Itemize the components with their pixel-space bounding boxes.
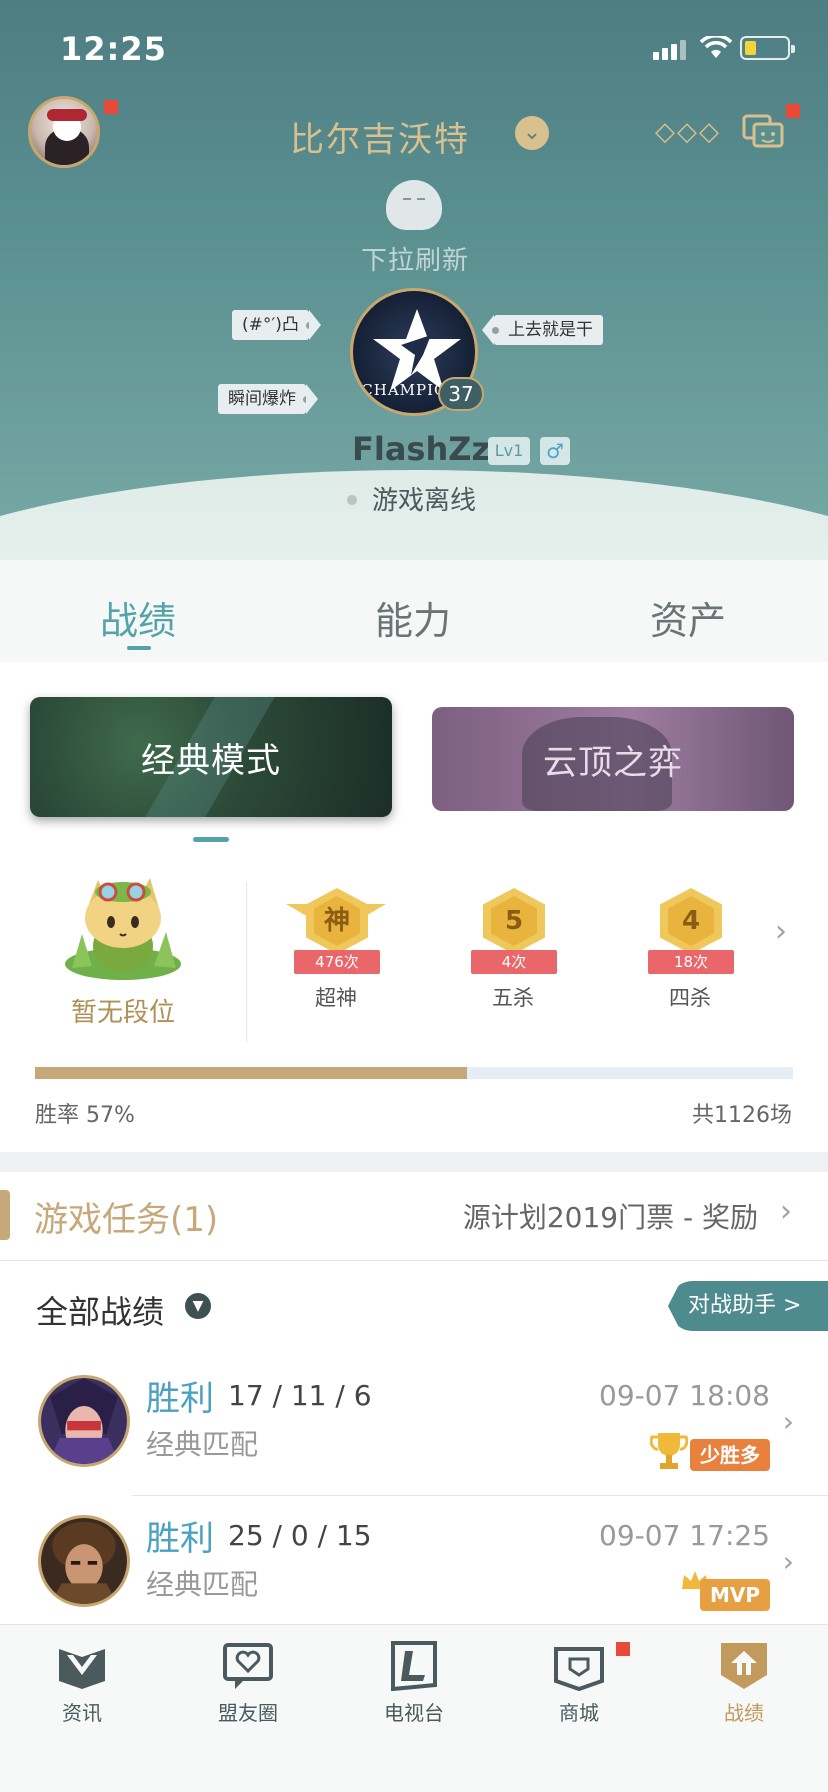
win-rate-fill — [35, 1067, 468, 1079]
status-bar: 12:25 — [0, 0, 828, 100]
match-badge: 少胜多 — [690, 1439, 770, 1471]
chevron-right-icon: › — [782, 1545, 794, 1578]
tab-active-indicator — [127, 646, 151, 650]
match-time: 09-07 18:08 — [599, 1379, 770, 1412]
match-kda: 25 / 0 / 15 — [228, 1519, 372, 1552]
tab-record[interactable]: 战绩 — [78, 590, 198, 645]
profile-tag[interactable]: (#°′)凸 — [232, 310, 321, 340]
battle-assistant-button[interactable]: 对战助手 > — [668, 1281, 828, 1331]
trophy-icon — [650, 1433, 688, 1469]
nav-label: 盟友圈 — [218, 1701, 278, 1725]
nav-label: 商城 — [559, 1701, 599, 1725]
nav-tv[interactable]: 电视台 — [359, 1641, 469, 1741]
chevron-down-icon[interactable]: ▼ — [185, 1293, 211, 1319]
wifi-icon — [700, 36, 732, 58]
divider — [132, 1495, 828, 1496]
profile-tag-label: 瞬间爆炸 — [228, 389, 296, 409]
honor-name: 五杀 — [492, 986, 534, 1010]
user-avatar[interactable] — [28, 96, 100, 168]
more-options-icon[interactable]: ◇◇◇ — [655, 114, 719, 150]
record-icon — [721, 1643, 767, 1689]
profile-tag-label: (#°′)凸 — [242, 315, 299, 335]
mode-label: 云顶之弈 — [543, 743, 683, 783]
online-status-dot — [343, 491, 361, 509]
signal-icon — [653, 38, 689, 60]
match-mode: 经典匹配 — [146, 1568, 259, 1601]
vip-level-badge: Lv1 — [488, 437, 530, 465]
nav-shop[interactable]: 商城 — [524, 1641, 634, 1741]
nav-label: 电视台 — [384, 1701, 444, 1725]
win-rate-label: 胜率 57% — [35, 1103, 135, 1128]
chevron-right-icon: › — [782, 1405, 794, 1438]
pull-to-refresh-hint: 下拉刷新 — [360, 246, 469, 276]
nav-news[interactable]: 资讯 — [27, 1641, 137, 1741]
profile-tag[interactable]: 上去就是干 — [482, 315, 603, 345]
match-row[interactable]: 胜利 17 / 11 / 6 经典匹配 09-07 18:08 › 少胜多 — [0, 1365, 828, 1505]
tab-ability[interactable]: 能力 — [353, 590, 473, 645]
avatar-notification-dot — [104, 100, 118, 114]
mode-classic-card[interactable]: 经典模式 — [30, 697, 392, 817]
nav-record[interactable]: 战绩 — [689, 1641, 799, 1741]
friends-circle-icon — [223, 1643, 273, 1689]
win-rate-bar — [35, 1067, 793, 1079]
message-notification-dot — [786, 104, 800, 118]
match-history: 全部战绩 ▼ 对战助手 > 胜利 17 / 11 / 6 经典匹配 09-07 … — [0, 1260, 828, 1624]
news-icon — [59, 1649, 105, 1689]
profile-tag-label: 上去就是干 — [508, 320, 593, 340]
tab-assets[interactable]: 资产 — [628, 590, 748, 645]
profile-header: 12:25 比尔吉沃特 ⌄ ◇◇◇ 下拉刷新 (#°′)凸 瞬间爆炸 上去就是干 — [0, 0, 828, 560]
nickname: FlashZz — [352, 430, 491, 468]
server-name[interactable]: 比尔吉沃特 — [290, 112, 540, 160]
shop-notification-dot — [616, 1642, 630, 1656]
summoner-level-badge: 37 — [438, 377, 484, 411]
match-filter-title[interactable]: 全部战绩 — [36, 1287, 164, 1333]
nav-friends[interactable]: 盟友圈 — [193, 1641, 303, 1741]
profile-tag[interactable]: 瞬间爆炸 — [218, 384, 318, 414]
unranked-teemo-icon[interactable] — [58, 872, 188, 982]
match-badge: MVP — [699, 1579, 770, 1611]
rank-label: 暂无段位 — [70, 998, 175, 1028]
match-mode: 经典匹配 — [146, 1428, 259, 1461]
honor-name: 四杀 — [669, 986, 711, 1010]
nav-label: 战绩 — [724, 1701, 764, 1725]
mission-desc: 源计划2019门票 - 奖励 — [462, 1201, 758, 1234]
mode-tft-card[interactable]: 云顶之弈 — [432, 707, 794, 811]
honor-godlike[interactable]: 神 476次 超神 — [286, 874, 386, 1010]
mode-label: 经典模式 — [141, 741, 281, 781]
game-mission-row[interactable]: 游戏任务(1) 源计划2019门票 - 奖励 › — [0, 1172, 828, 1260]
mode-active-indicator — [193, 837, 229, 842]
champion-avatar — [38, 1375, 130, 1467]
champion-avatar — [38, 1515, 130, 1607]
tv-icon — [391, 1641, 437, 1691]
chevron-right-icon: › — [780, 1194, 792, 1229]
message-icon[interactable] — [742, 112, 786, 152]
gender-icon: ♂ — [540, 437, 570, 465]
total-games: 共1126场 — [692, 1103, 792, 1128]
match-time: 09-07 17:25 — [599, 1519, 770, 1552]
nav-label: 资讯 — [62, 1701, 102, 1725]
honor-count: 18次 — [648, 950, 734, 974]
refresh-mascot-icon — [386, 180, 442, 230]
honor-count: 476次 — [294, 950, 380, 974]
mission-accent-bar — [0, 1190, 10, 1240]
online-status: 游戏离线 — [372, 486, 477, 516]
status-time: 12:25 — [60, 30, 167, 68]
battery-icon — [740, 36, 795, 60]
honor-count: 4次 — [471, 950, 557, 974]
shop-icon — [554, 1647, 604, 1691]
honor-name: 超神 — [315, 986, 357, 1010]
divider — [246, 882, 247, 1042]
bottom-nav: 资讯 盟友圈 电视台 商城 战绩 — [0, 1624, 828, 1792]
match-result: 胜利 — [146, 1519, 214, 1559]
honor-pentakill[interactable]: 5 4次 五杀 — [463, 874, 563, 1010]
chevron-down-icon[interactable]: ⌄ — [515, 116, 549, 150]
match-result: 胜利 — [146, 1379, 214, 1419]
honor-quadrakill[interactable]: 4 18次 四杀 — [640, 874, 740, 1010]
chevron-right-icon[interactable]: › — [775, 914, 787, 949]
match-kda: 17 / 11 / 6 — [228, 1379, 372, 1412]
mission-title: 游戏任务(1) — [34, 1200, 219, 1240]
rank-honors: 暂无段位 神 476次 超神 5 4次 五杀 4 18次 四杀 › — [0, 862, 828, 1042]
record-panel: 经典模式 云顶之弈 暂无段位 神 476次 超神 5 4次 五杀 4 18次 四… — [0, 662, 828, 1152]
